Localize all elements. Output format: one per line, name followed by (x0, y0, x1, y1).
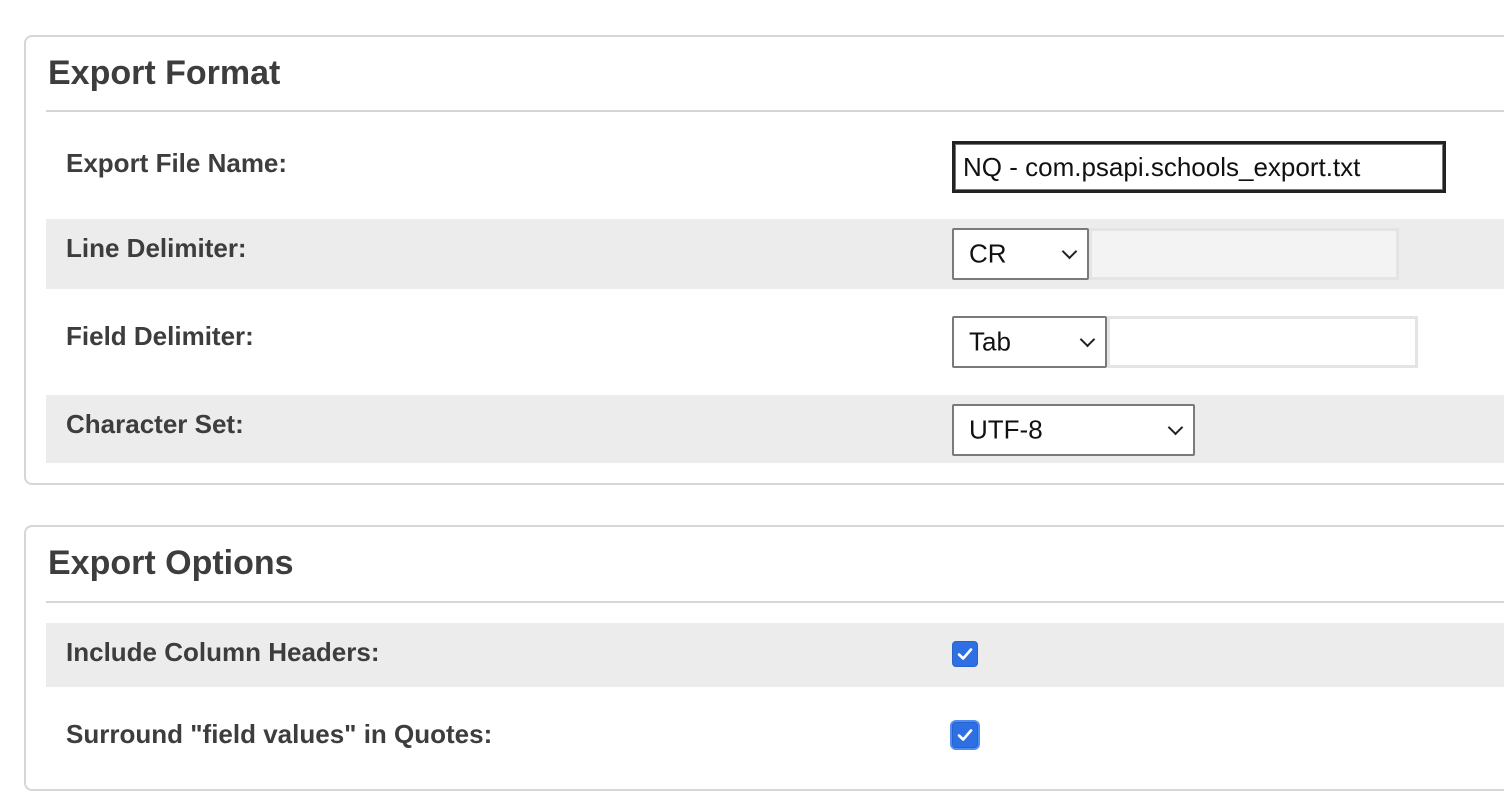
export-format-title: Export Format (48, 54, 281, 92)
character-set-label: Character Set: (66, 409, 244, 439)
character-set-selected: UTF-8 (969, 414, 1043, 445)
line-delimiter-selected: CR (969, 238, 1007, 269)
surround-quotes-label: Surround "field values" in Quotes: (66, 719, 493, 749)
line-delimiter-select[interactable]: CR (952, 228, 1089, 280)
checkmark-icon (957, 729, 973, 741)
include-column-headers-checkbox[interactable] (952, 641, 978, 667)
row-field-delimiter: Field Delimiter: Tab (46, 307, 1504, 377)
export-options-title: Export Options (48, 544, 294, 582)
line-delimiter-label: Line Delimiter: (66, 233, 247, 263)
include-column-headers-label: Include Column Headers: (66, 637, 380, 667)
export-options-panel: Export Options Include Column Headers: S… (24, 525, 1504, 791)
export-format-panel: Export Format Export File Name: Line Del… (24, 35, 1504, 485)
title-divider (46, 110, 1504, 112)
checkmark-icon (957, 648, 973, 660)
field-delimiter-custom-input[interactable] (1107, 316, 1418, 368)
row-line-delimiter: Line Delimiter: CR (46, 219, 1504, 289)
chevron-down-icon (1079, 331, 1096, 348)
field-delimiter-select[interactable]: Tab (952, 316, 1107, 368)
export-file-name-label: Export File Name: (66, 148, 288, 178)
title-divider (46, 601, 1504, 603)
surround-quotes-checkbox[interactable] (952, 722, 978, 748)
row-surround-quotes: Surround "field values" in Quotes: (46, 703, 1504, 767)
character-set-select[interactable]: UTF-8 (952, 404, 1195, 456)
export-file-name-input[interactable] (952, 141, 1446, 193)
chevron-down-icon (1061, 243, 1078, 260)
row-include-column-headers: Include Column Headers: (46, 623, 1504, 687)
row-character-set: Character Set: UTF-8 (46, 395, 1504, 463)
row-export-file-name: Export File Name: (46, 129, 1504, 215)
field-delimiter-selected: Tab (969, 326, 1011, 357)
chevron-down-icon (1167, 419, 1184, 436)
field-delimiter-label: Field Delimiter: (66, 321, 254, 351)
line-delimiter-custom-input[interactable] (1089, 228, 1399, 280)
